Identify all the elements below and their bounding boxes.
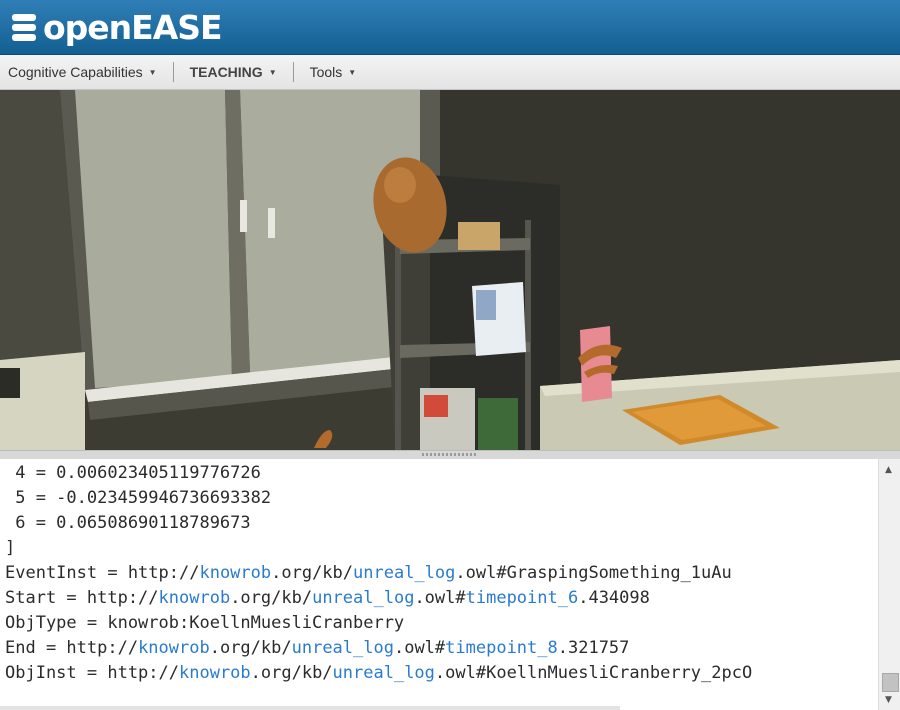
triangle-down-icon[interactable]: ▼ — [885, 695, 892, 705]
link-token[interactable]: unreal_log — [312, 588, 414, 608]
link-token[interactable]: timepoint_8 — [445, 638, 558, 658]
console-line-objinst: ObjInst = http://knowrob.org/kb/unreal_l… — [5, 663, 753, 683]
app-logo[interactable]: openEASE — [12, 8, 223, 47]
console-line-start: Start = http://knowrob.org/kb/unreal_log… — [5, 588, 650, 608]
triangle-up-icon[interactable]: ▲ — [885, 465, 892, 475]
link-token[interactable]: knowrob — [159, 588, 231, 608]
console-line-end: End = http://knowrob.org/kb/unreal_log.o… — [5, 638, 630, 658]
caret-down-icon: ▼ — [148, 67, 157, 77]
console-line-objtype: ObjType = knowrob:KoellnMuesliCranberry — [5, 613, 405, 633]
link-token[interactable]: unreal_log — [292, 638, 394, 658]
console-line: 5 = -0.023459946736693382 — [5, 488, 272, 508]
caret-down-icon: ▼ — [268, 67, 277, 77]
caret-down-icon: ▼ — [348, 67, 357, 77]
link-token[interactable]: knowrob — [138, 638, 210, 658]
query-output-console[interactable]: 4 = 0.006023405119776726 5 = -0.02345994… — [0, 459, 878, 710]
console-horizontal-scrollbar[interactable] — [0, 706, 620, 710]
app-header: openEASE — [0, 0, 900, 55]
link-token[interactable]: knowrob — [179, 663, 251, 683]
scene-viewport-canvas[interactable] — [0, 90, 900, 450]
menu-bar: Cognitive Capabilities ▼ TEACHING ▼ Tool… — [0, 55, 900, 90]
app-title: openEASE — [43, 8, 223, 47]
splitter-grip[interactable] — [422, 453, 478, 456]
scrollbar-thumb[interactable] — [882, 673, 899, 692]
stack-logo-icon — [12, 12, 36, 44]
menu-divider — [292, 62, 294, 82]
console-line: 6 = 0.06508690118789673 — [5, 513, 251, 533]
console-vertical-scrollbar[interactable]: ▲ ▼ — [878, 459, 900, 710]
menu-divider — [172, 62, 174, 82]
link-token[interactable]: unreal_log — [333, 663, 435, 683]
menu-teaching[interactable]: TEACHING ▼ — [182, 64, 285, 80]
console-line: 4 = 0.006023405119776726 — [5, 463, 261, 483]
link-token[interactable]: unreal_log — [353, 563, 455, 583]
console-line-eventinst: EventInst = http://knowrob.org/kb/unreal… — [5, 563, 732, 583]
menu-tools[interactable]: Tools ▼ — [302, 64, 365, 80]
link-token[interactable]: timepoint_6 — [466, 588, 579, 608]
menu-cognitive-capabilities[interactable]: Cognitive Capabilities ▼ — [0, 64, 165, 80]
link-token[interactable]: knowrob — [199, 563, 271, 583]
console-line: ] — [5, 538, 16, 558]
